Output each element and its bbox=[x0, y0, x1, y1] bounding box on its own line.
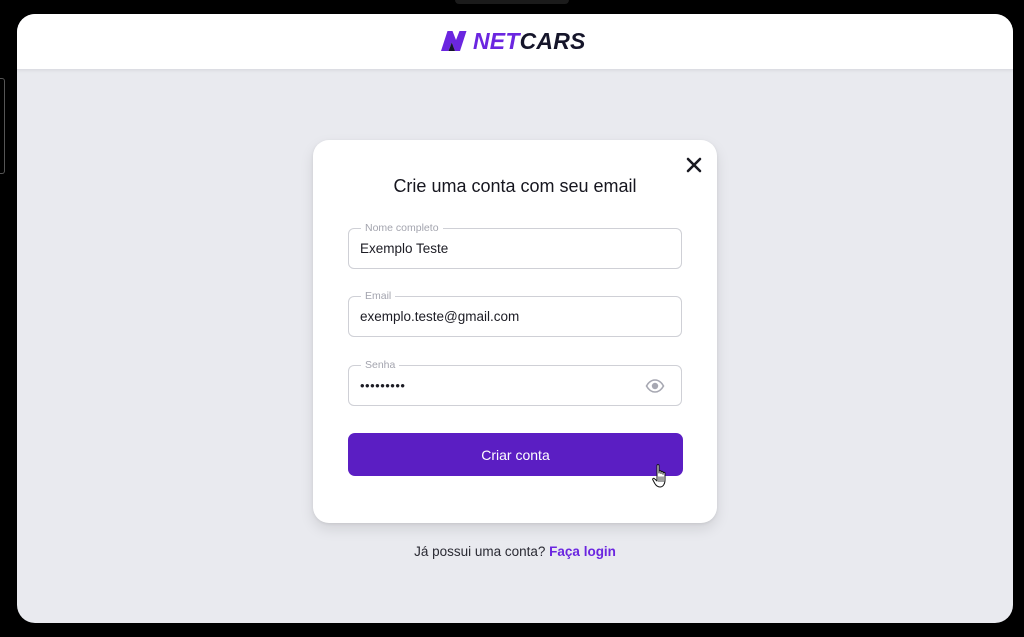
netcars-logo[interactable]: NETCARS bbox=[439, 29, 586, 53]
logo-wordmark: NETCARS bbox=[473, 29, 586, 53]
full-name-input[interactable] bbox=[360, 229, 630, 268]
close-button[interactable] bbox=[683, 154, 705, 176]
top-header: NETCARS bbox=[17, 14, 1013, 70]
logo-mark-icon bbox=[441, 31, 467, 51]
logo-cars-text: CARS bbox=[519, 28, 586, 54]
login-prompt-text: Já possui uma conta? bbox=[414, 544, 546, 559]
close-icon bbox=[686, 157, 702, 173]
logo-net-text: NET bbox=[473, 28, 520, 54]
edge-tab bbox=[0, 78, 5, 174]
app-window: NETCARS Crie uma conta com seu email Nom… bbox=[17, 14, 1013, 623]
email-field[interactable]: Email bbox=[348, 289, 682, 337]
full-name-field[interactable]: Nome completo bbox=[348, 221, 682, 269]
signup-modal: Crie uma conta com seu email Nome comple… bbox=[313, 140, 717, 523]
login-prompt: Já possui uma conta? Faça login bbox=[17, 544, 1013, 559]
create-account-button[interactable]: Criar conta bbox=[348, 433, 683, 476]
login-link[interactable]: Faça login bbox=[549, 544, 616, 559]
modal-title: Crie uma conta com seu email bbox=[393, 176, 637, 196]
show-password-toggle[interactable] bbox=[645, 377, 665, 395]
password-input[interactable] bbox=[360, 366, 630, 405]
email-input[interactable] bbox=[360, 297, 630, 336]
eye-icon bbox=[645, 379, 665, 393]
top-notch bbox=[455, 0, 569, 4]
password-field[interactable]: Senha bbox=[348, 358, 682, 406]
